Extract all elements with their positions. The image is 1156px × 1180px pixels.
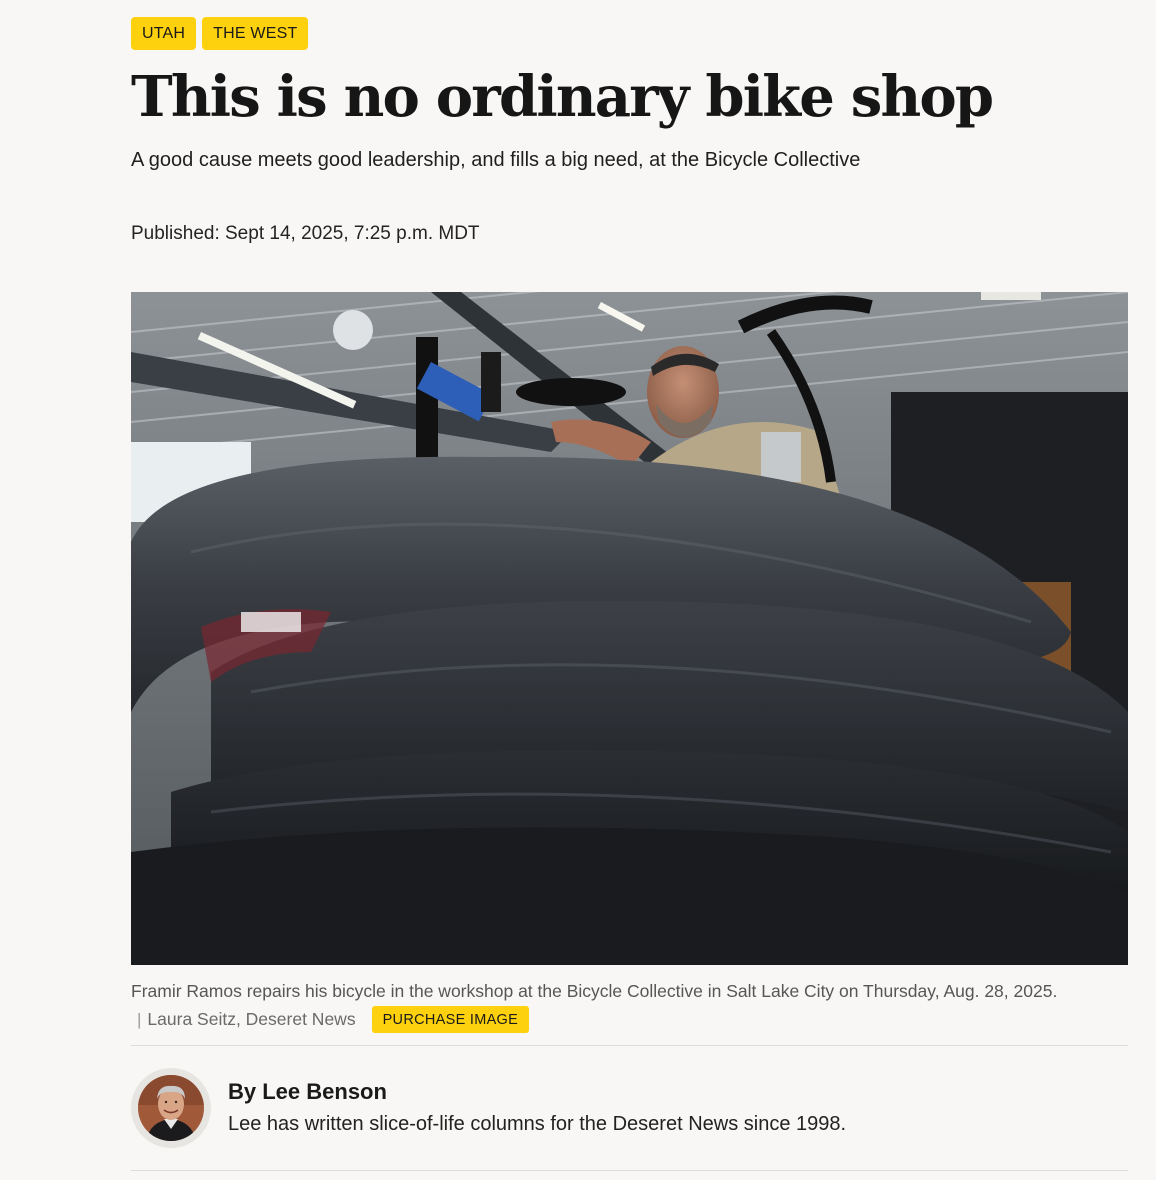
- author-card: By Lee Benson Lee has written slice-of-l…: [131, 1068, 846, 1148]
- author-byline[interactable]: By Lee Benson: [228, 1077, 846, 1107]
- tag-the-west[interactable]: THE WEST: [202, 17, 309, 50]
- topic-tags: UTAH THE WEST: [131, 17, 309, 50]
- purchase-image-button[interactable]: PURCHASE IMAGE: [371, 1006, 530, 1033]
- tag-utah[interactable]: UTAH: [131, 17, 197, 50]
- photo-caption: Framir Ramos repairs his bicycle in the …: [131, 981, 1058, 1001]
- author-info: By Lee Benson Lee has written slice-of-l…: [228, 1077, 846, 1139]
- published-date: Published: Sept 14, 2025, 7:25 p.m. MDT: [131, 223, 480, 244]
- divider-bottom: [131, 1170, 1128, 1171]
- photo-credit-row: | Laura Seitz, Deseret News PURCHASE IMA…: [131, 1006, 530, 1033]
- credit-separator: |: [137, 1009, 142, 1029]
- photo-credit: Laura Seitz, Deseret News: [147, 1009, 356, 1029]
- page-title: This is no ordinary bike shop: [131, 64, 994, 130]
- avatar: [138, 1075, 204, 1141]
- article-subheadline: A good cause meets good leadership, and …: [131, 149, 861, 171]
- lead-photo-image: [131, 292, 1128, 965]
- author-bio: Lee has written slice-of-life columns fo…: [228, 1113, 847, 1135]
- divider: [131, 1045, 1128, 1046]
- lead-photo[interactable]: [131, 292, 1128, 965]
- avatar-frame[interactable]: [131, 1068, 211, 1148]
